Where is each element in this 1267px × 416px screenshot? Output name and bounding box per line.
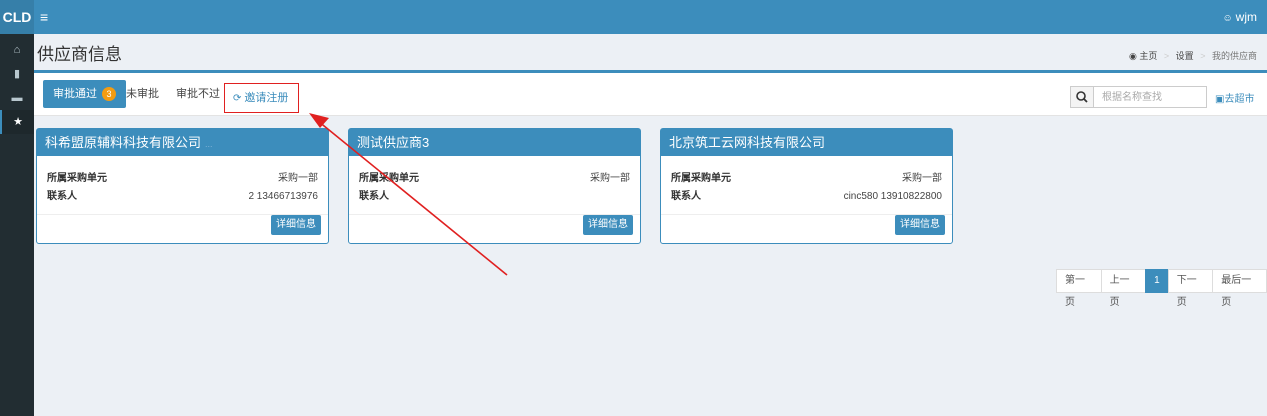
search-icon (1076, 91, 1088, 103)
breadcrumb-separator: > (1163, 51, 1170, 61)
go-market-link[interactable]: ▣去超市 (1215, 90, 1254, 105)
unit-value: 采购一部 (902, 173, 942, 184)
go-market-label: 去超市 (1224, 94, 1255, 105)
user-icon: ☺ (1222, 13, 1233, 24)
contact-value: cinc580 13910822800 (843, 191, 942, 202)
star-icon: ★ (13, 116, 23, 128)
tab-invite-label: 邀请注册 (244, 92, 289, 104)
page-first[interactable]: 第一页 (1056, 269, 1102, 308)
home-icon: ⌂ (13, 44, 21, 56)
unit-label: 所属采购单元 (47, 173, 107, 184)
contact-value: 2 13466713976 (248, 191, 318, 202)
user-name: wjm (1235, 10, 1257, 24)
tab-approved[interactable]: 审批通过 3 (43, 80, 127, 108)
briefcase-icon: ▬ (11, 92, 23, 104)
breadcrumb-separator: > (1200, 51, 1206, 61)
sidebar-item-briefcase[interactable]: ▬ (0, 86, 34, 110)
contact-label: 联系人 (359, 191, 389, 202)
user-menu[interactable]: ☺ wjm (1222, 0, 1257, 34)
pagination: 第一页 上一页 1 下一页 最后一页 (1056, 269, 1267, 308)
supplier-name: 科希盟原辅料科技有限公司 (45, 135, 202, 150)
supplier-extra: ... (205, 139, 213, 149)
unit-row: 所属采购单元 采购一部 (349, 170, 640, 188)
approved-count-badge: 3 (102, 87, 117, 101)
page-prev[interactable]: 上一页 (1100, 269, 1147, 308)
unit-value: 采购一部 (590, 173, 630, 184)
top-navbar: CLD ≡ ☺ wjm (0, 0, 1267, 34)
breadcrumb-home[interactable]: 主页 (1139, 51, 1157, 61)
supplier-name-header[interactable]: 测试供应商3 (349, 129, 640, 156)
contact-label: 联系人 (47, 191, 77, 202)
sidebar: ⌂ ▮ ▬ ★ (0, 34, 34, 416)
tab-approved-label: 审批通过 (53, 88, 97, 100)
detail-button[interactable]: 详细信息 (271, 215, 321, 235)
breadcrumb-settings[interactable]: 设置 (1176, 51, 1194, 61)
tab-pending[interactable]: 未审批 (118, 80, 167, 108)
breadcrumb-current: 我的供应商 (1211, 51, 1257, 61)
unit-label: 所属采购单元 (359, 173, 419, 184)
supplier-name-header[interactable]: 科希盟原辅料科技有限公司... (37, 129, 328, 156)
sidebar-item-star[interactable]: ★ (0, 110, 34, 134)
page-title: 供应商信息 (37, 45, 122, 64)
detail-button[interactable]: 详细信息 (583, 215, 633, 235)
tab-panel: 审批通过 3 未审批 审批不过 ⟳邀请注册 ▣去超市 (34, 70, 1267, 116)
supplier-name-header[interactable]: 北京筑工云网科技有限公司 (661, 129, 952, 156)
contact-row: 联系人 (349, 188, 640, 206)
page-current[interactable]: 1 (1145, 269, 1169, 293)
tab-invite-register[interactable]: ⟳ 邀请注册 (224, 83, 299, 113)
page-last[interactable]: 最后一页 (1212, 269, 1267, 308)
sidebar-item-bookmark[interactable]: ▮ (0, 62, 34, 86)
dashboard-icon: ◉ (1128, 51, 1137, 61)
supplier-card: 科希盟原辅料科技有限公司... 所属采购单元 采购一部 联系人 2 13466713… (36, 128, 329, 244)
menu-toggle-icon[interactable]: ≡ (40, 0, 48, 34)
bookmark-icon: ▮ (13, 68, 21, 80)
sidebar-item-home[interactable]: ⌂ (0, 38, 34, 62)
supplier-card: 测试供应商3 所属采购单元 采购一部 联系人 详细信息 (348, 128, 641, 244)
contact-label: 联系人 (671, 191, 701, 202)
page-next[interactable]: 下一页 (1167, 269, 1214, 308)
detail-button[interactable]: 详细信息 (895, 215, 945, 235)
share-icon: ⟳ (233, 93, 242, 104)
contact-row: 联系人 cinc580 13910822800 (661, 188, 952, 206)
contact-row: 联系人 2 13466713976 (37, 188, 328, 206)
tab-rejected[interactable]: 审批不过 (168, 80, 228, 108)
unit-label: 所属采购单元 (671, 173, 731, 184)
breadcrumb: ◉ 主页 > 设置 > 我的供应商 (1129, 49, 1257, 62)
brand-logo[interactable]: CLD (0, 0, 34, 34)
search-button[interactable] (1070, 86, 1094, 108)
supplier-name: 北京筑工云网科技有限公司 (669, 135, 826, 150)
unit-row: 所属采购单元 采购一部 (37, 170, 328, 188)
search-input[interactable] (1093, 86, 1207, 108)
supplier-name: 测试供应商3 (357, 135, 430, 150)
unit-row: 所属采购单元 采购一部 (661, 170, 952, 188)
supplier-card: 北京筑工云网科技有限公司 所属采购单元 采购一部 联系人 cinc580 13910… (660, 128, 953, 244)
unit-value: 采购一部 (278, 173, 318, 184)
